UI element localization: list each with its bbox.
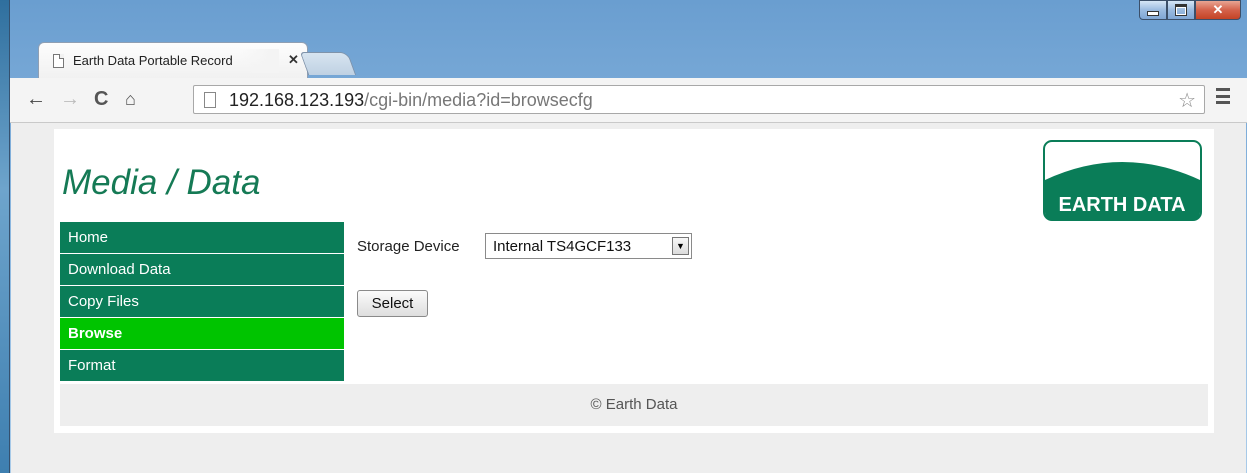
url-text[interactable]: 192.168.123.193/cgi-bin/media?id=browsec… — [229, 90, 593, 111]
title-bar[interactable]: Earth Data Portable Record ✕ ✕ — [10, 0, 1247, 78]
url-path: /cgi-bin/media?id=browsecfg — [364, 90, 593, 110]
maximize-button[interactable] — [1167, 0, 1195, 20]
nav-item-download-data[interactable]: Download Data — [60, 254, 344, 286]
minimize-button[interactable] — [1139, 0, 1167, 20]
page-footer: © Earth Data — [60, 384, 1208, 426]
storage-device-value: Internal TS4GCF133 — [493, 238, 632, 255]
url-host: 192.168.123.193 — [229, 90, 365, 110]
nav-item-browse[interactable]: Browse — [60, 318, 344, 350]
window-controls: ✕ — [1139, 0, 1241, 26]
side-navigation: Home Download Data Copy Files Browse For… — [60, 222, 344, 382]
browser-window: Earth Data Portable Record ✕ ✕ ← → C ⌂ 1… — [9, 0, 1247, 473]
browser-toolbar: ← → C ⌂ 192.168.123.193/cgi-bin/media?id… — [10, 78, 1247, 123]
nav-item-format[interactable]: Format — [60, 350, 344, 382]
close-window-button[interactable]: ✕ — [1195, 0, 1241, 20]
browser-tab[interactable]: Earth Data Portable Record ✕ — [38, 42, 308, 78]
storage-device-select[interactable]: Internal TS4GCF133 ▼ — [485, 233, 692, 259]
reload-icon[interactable]: C — [94, 88, 108, 110]
select-button[interactable]: Select — [357, 290, 428, 317]
storage-device-label: Storage Device — [357, 238, 460, 255]
tab-title-fade — [239, 49, 279, 73]
address-bar[interactable]: 192.168.123.193/cgi-bin/media?id=browsec… — [193, 85, 1205, 114]
page-container: Media / Data EARTH DATA Home Download Da… — [54, 129, 1214, 433]
logo-text: EARTH DATA — [1058, 194, 1185, 216]
forward-arrow-icon[interactable]: → — [60, 88, 80, 110]
desktop-edge — [0, 0, 9, 473]
close-tab-icon[interactable]: ✕ — [288, 52, 299, 68]
home-icon[interactable]: ⌂ — [125, 88, 136, 110]
minimize-icon — [1147, 10, 1159, 16]
bookmark-star-icon[interactable]: ☆ — [1178, 88, 1196, 113]
page-viewport: Media / Data EARTH DATA Home Download Da… — [11, 123, 1246, 473]
maximize-icon — [1175, 4, 1187, 16]
page-title: Media / Data — [62, 163, 261, 202]
chrome-menu-icon[interactable] — [1216, 88, 1230, 104]
page-favicon-icon — [53, 54, 64, 68]
earth-data-logo: EARTH DATA — [1043, 140, 1202, 221]
new-tab-button[interactable] — [299, 52, 357, 75]
back-arrow-icon[interactable]: ← — [26, 88, 46, 110]
nav-item-home[interactable]: Home — [60, 222, 344, 254]
nav-item-copy-files[interactable]: Copy Files — [60, 286, 344, 318]
dropdown-arrow-icon[interactable]: ▼ — [672, 237, 689, 255]
page-icon — [204, 92, 216, 108]
close-icon: ✕ — [1212, 2, 1224, 17]
